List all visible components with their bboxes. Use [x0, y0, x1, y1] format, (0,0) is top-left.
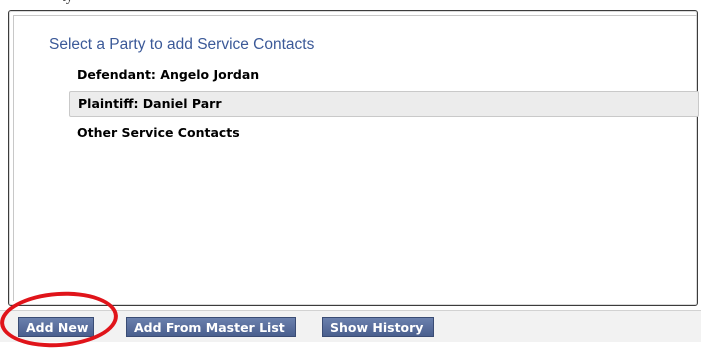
party-item-other-service-contacts[interactable]: Other Service Contacts: [69, 120, 699, 146]
party-list: Defendant: Angelo Jordan Plaintiff: Dani…: [69, 62, 699, 149]
clipped-label-text: ty: [62, 0, 122, 4]
party-item-defendant[interactable]: Defendant: Angelo Jordan: [69, 62, 699, 88]
service-contacts-panel: [8, 10, 698, 306]
bottom-toolbar: Add New Add From Master List Show Histor…: [0, 310, 701, 342]
panel-heading: Select a Party to add Service Contacts: [49, 36, 315, 53]
add-new-button[interactable]: Add New: [18, 317, 94, 337]
panel-inner-frame: [13, 15, 697, 301]
add-from-master-list-button[interactable]: Add From Master List: [126, 317, 296, 337]
party-item-plaintiff[interactable]: Plaintiff: Daniel Parr: [69, 91, 699, 117]
show-history-button[interactable]: Show History: [322, 317, 434, 337]
